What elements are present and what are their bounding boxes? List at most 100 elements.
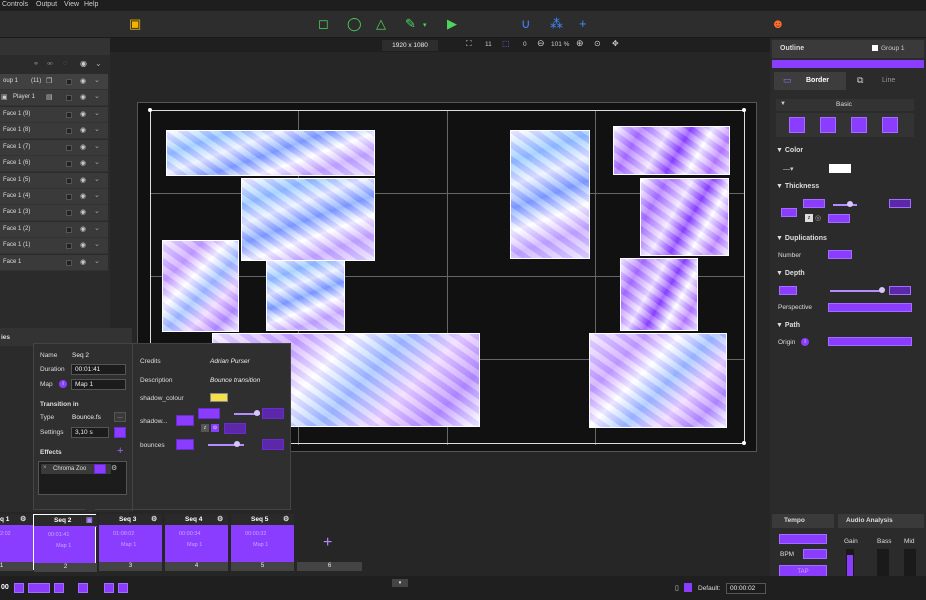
color-swatch[interactable] xyxy=(66,210,72,217)
chevron-down-icon[interactable]: ⌄ xyxy=(94,240,100,248)
chevron-down-icon[interactable]: ⌄ xyxy=(94,224,100,232)
projector-icon[interactable]: ▣ xyxy=(129,17,141,30)
close-icon[interactable]: × xyxy=(43,465,47,471)
bounces-max-field[interactable] xyxy=(262,439,284,450)
zoom-in-icon[interactable]: ⊕ xyxy=(576,38,584,49)
handle[interactable] xyxy=(148,108,152,112)
zoom-value[interactable]: 101 % xyxy=(551,41,569,48)
face-1-4[interactable] xyxy=(510,130,590,259)
shadow-colour-swatch[interactable] xyxy=(210,393,228,402)
type-value[interactable]: Bounce.fs xyxy=(72,414,101,421)
sequence-card[interactable]: Seq 4 ⚙ 00:00:34 Map 1 4 xyxy=(165,514,228,571)
depth-field[interactable] xyxy=(779,286,797,295)
color-swatch[interactable] xyxy=(66,79,72,85)
media-face-icon[interactable]: ▶ xyxy=(447,17,457,30)
trash-icon[interactable]: ▯ xyxy=(675,584,679,592)
sequence-card[interactable]: q 1 ⚙ 2:02 1 xyxy=(0,514,33,571)
slider-knob[interactable] xyxy=(254,410,260,416)
chevron-down-icon[interactable]: ⌄ xyxy=(94,76,100,84)
color-swatch[interactable] xyxy=(66,128,72,135)
depth-slider[interactable] xyxy=(830,290,882,292)
add-sequence-icon[interactable]: + xyxy=(323,534,332,552)
tab-line[interactable]: ⧉ Line xyxy=(848,72,922,90)
eye-icon[interactable]: ◉ xyxy=(80,59,87,68)
preset-frame[interactable] xyxy=(851,117,867,133)
outline-bar[interactable] xyxy=(772,60,924,68)
handle[interactable] xyxy=(742,441,746,445)
basic-header[interactable]: ▼ Basic xyxy=(776,99,914,111)
shadow-field[interactable] xyxy=(176,415,194,426)
next-icon[interactable] xyxy=(54,583,64,593)
chevron-down-icon[interactable]: ⌄ xyxy=(94,257,100,265)
move-icon[interactable]: ✥ xyxy=(612,39,619,48)
eye-icon[interactable]: ◉ xyxy=(80,258,86,266)
info-icon[interactable]: i xyxy=(59,380,67,388)
face-1-3[interactable] xyxy=(613,126,730,175)
zoom-fit-icon[interactable]: ⊙ xyxy=(594,39,601,48)
name-value[interactable]: Seq 2 xyxy=(72,352,89,359)
menu-help[interactable]: Help xyxy=(84,1,98,8)
circle-tool-icon[interactable]: ◯ xyxy=(347,17,362,30)
tab-border[interactable]: ▭ Border xyxy=(774,72,846,90)
sequence-card[interactable]: Seq 5 ⚙ 00:00:32 Map 1 5 xyxy=(231,514,294,571)
preset-corner[interactable] xyxy=(820,117,836,133)
map-select[interactable]: Map 1 xyxy=(71,379,126,390)
shadow-z-field[interactable] xyxy=(224,423,246,434)
menu-view[interactable]: View xyxy=(64,1,79,8)
lock-icon[interactable]: ◌ xyxy=(63,60,67,67)
eye-icon[interactable]: ◉ xyxy=(80,93,86,101)
layer-face[interactable]: Face 1 (8) ◉ ⌄ xyxy=(0,123,108,140)
menu-output[interactable]: Output xyxy=(36,1,57,8)
sequence-card[interactable]: Seq 3 ⚙ 01:08:02 Map 1 3 xyxy=(99,514,162,571)
magnet-icon[interactable]: ∪ xyxy=(521,17,531,30)
triangle-tool-icon[interactable]: △ xyxy=(376,17,386,30)
chevron-down-icon[interactable]: ⌄ xyxy=(94,125,100,133)
layer-face[interactable]: Face 1 (5) ◉ ⌄ xyxy=(0,172,108,189)
checkbox[interactable] xyxy=(872,45,878,51)
eye-icon[interactable]: ◉ xyxy=(80,225,86,233)
chevron-down-icon[interactable]: ⌄ xyxy=(94,142,100,150)
eye-icon[interactable]: ◉ xyxy=(80,77,86,85)
zoom-out-icon[interactable]: ⊖ xyxy=(537,38,545,49)
thickness-max[interactable] xyxy=(889,199,911,208)
chevron-down-icon[interactable]: ⌄ xyxy=(94,191,100,199)
chevron-down-icon[interactable]: ▾ xyxy=(423,19,427,32)
layer-face[interactable]: Face 1 (1) ◉ ⌄ xyxy=(0,238,108,255)
more-button[interactable]: … xyxy=(114,412,126,422)
z-icon[interactable]: z xyxy=(805,214,813,222)
layer-face[interactable]: Face 1 (4) ◉ ⌄ xyxy=(0,189,108,205)
layer-player-1[interactable]: ▣ Player 1 ▤ ◉ ⌄ xyxy=(0,90,108,106)
slider-knob[interactable] xyxy=(234,441,240,447)
grid-value[interactable]: 0 xyxy=(523,41,527,48)
add-effect-icon[interactable]: + xyxy=(117,445,123,457)
settings-button[interactable] xyxy=(114,427,126,438)
unlink-icon[interactable]: ⚮ xyxy=(47,60,53,68)
eye-icon[interactable]: ◉ xyxy=(80,208,86,216)
gear-icon[interactable]: ⚙ xyxy=(20,515,26,523)
gear-icon[interactable]: ⚙ xyxy=(283,515,289,523)
default-duration-field[interactable]: 00:00:02 xyxy=(726,583,766,594)
gear-icon[interactable]: ⚙ xyxy=(111,464,117,472)
layer-face[interactable]: Face 1 (9) ◉ ⌄ xyxy=(0,107,108,123)
face-1-8[interactable] xyxy=(241,178,375,261)
eye-icon[interactable]: ◉ xyxy=(80,192,86,200)
grid-icon[interactable]: ⬚ xyxy=(502,39,510,48)
shadow-y-field[interactable] xyxy=(262,408,284,419)
slider-knob[interactable] xyxy=(847,201,853,207)
loop-icon[interactable] xyxy=(78,583,88,593)
bounces-field[interactable] xyxy=(176,439,194,450)
grid-count[interactable]: 11 xyxy=(485,41,492,48)
gear-icon[interactable]: ⚙ xyxy=(151,515,157,523)
eye-icon[interactable]: ◉ xyxy=(80,159,86,167)
mode-icon[interactable] xyxy=(104,583,114,593)
eye-icon[interactable]: ◉ xyxy=(80,143,86,151)
lock-icon[interactable]: ◎ xyxy=(815,214,821,222)
link-icon[interactable]: ⚭ xyxy=(33,60,39,68)
info-icon[interactable]: i xyxy=(801,338,809,346)
pen-tool-icon[interactable]: ✎ xyxy=(405,17,416,30)
number-field[interactable] xyxy=(828,250,852,259)
eye-icon[interactable]: ◉ xyxy=(80,176,86,184)
crosshair-icon[interactable]: + xyxy=(579,17,587,30)
lock-icon[interactable]: ⊙ xyxy=(211,424,219,432)
tempo-sync[interactable] xyxy=(779,534,827,544)
